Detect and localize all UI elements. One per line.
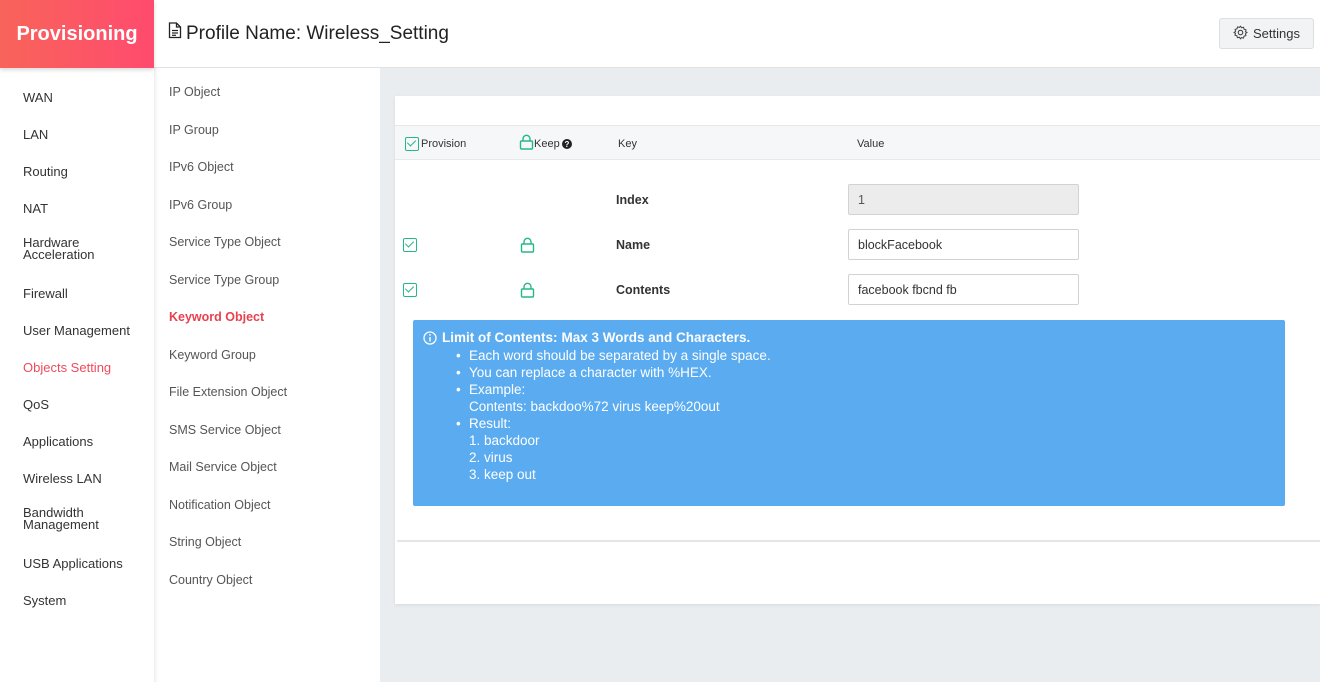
sidebar-item-wireless-lan[interactable]: Wireless LAN bbox=[0, 467, 154, 504]
table-header: Provision Keep ? Key Value bbox=[395, 125, 1320, 160]
subnav-item-keyword-group[interactable]: Keyword Group bbox=[155, 346, 380, 384]
table-row: Contents facebook fbcnd fb bbox=[395, 274, 1320, 306]
sidebar-item-routing[interactable]: Routing bbox=[0, 160, 154, 197]
document-icon bbox=[168, 22, 186, 45]
lock-icon[interactable] bbox=[520, 229, 535, 261]
table-row: Name blockFacebook bbox=[395, 229, 1320, 261]
divider bbox=[397, 540, 1320, 542]
info-icon bbox=[423, 330, 437, 345]
subnav-item-file-extension-object[interactable]: File Extension Object bbox=[155, 383, 380, 421]
brand-logo: Provisioning bbox=[0, 0, 154, 68]
subnav-item-mail-service-object[interactable]: Mail Service Object bbox=[155, 458, 380, 496]
info-example-line: Contents: backdoo%72 virus keep%20out bbox=[469, 399, 720, 414]
settings-label: Settings bbox=[1253, 26, 1300, 41]
contents-field[interactable]: facebook fbcnd fb bbox=[848, 274, 1079, 305]
info-title: Limit of Contents: Max 3 Words and Chara… bbox=[423, 330, 1285, 345]
subnav-item-ipv6-group[interactable]: IPv6 Group bbox=[155, 196, 380, 234]
row-key-index: Index bbox=[616, 193, 649, 207]
header-provision: Provision bbox=[405, 126, 466, 161]
name-field[interactable]: blockFacebook bbox=[848, 229, 1079, 260]
info-bullet: Example: bbox=[456, 381, 1285, 398]
page-title: Profile Name: Wireless_Setting bbox=[168, 22, 449, 45]
main-panel: Provision Keep ? Key Value Index 1 Name … bbox=[395, 96, 1320, 604]
info-result-3: 3. keep out bbox=[469, 467, 536, 482]
header-key: Key bbox=[618, 137, 637, 150]
provision-checkbox-icon[interactable] bbox=[405, 136, 419, 151]
info-bullet: Each word should be separated by a singl… bbox=[456, 347, 1285, 364]
gear-icon bbox=[1233, 25, 1253, 43]
info-box: Limit of Contents: Max 3 Words and Chara… bbox=[413, 320, 1285, 506]
subnav-item-ipv6-object[interactable]: IPv6 Object bbox=[155, 158, 380, 196]
subnav-item-string-object[interactable]: String Object bbox=[155, 533, 380, 571]
header-value: Value bbox=[857, 137, 885, 150]
name-provision-checkbox[interactable] bbox=[403, 229, 417, 261]
sidebar-item-lan[interactable]: LAN bbox=[0, 123, 154, 160]
header-keep: Keep ? bbox=[519, 126, 572, 161]
header: Profile Name: Wireless_Setting Settings bbox=[154, 0, 1320, 68]
contents-provision-checkbox[interactable] bbox=[403, 274, 417, 306]
page-title-text: Profile Name: Wireless_Setting bbox=[186, 22, 449, 44]
info-result-1: 1. backdoor bbox=[469, 433, 540, 448]
sidebar-item-usb-applications[interactable]: USB Applications bbox=[0, 552, 154, 589]
subnav-item-service-type-object[interactable]: Service Type Object bbox=[155, 233, 380, 271]
subnav-item-service-type-group[interactable]: Service Type Group bbox=[155, 271, 380, 309]
help-icon[interactable]: ? bbox=[561, 138, 572, 149]
info-bullet: You can replace a character with %HEX. bbox=[456, 364, 1285, 381]
sidebar-item-nat[interactable]: NAT bbox=[0, 197, 154, 234]
subnav-item-sms-service-object[interactable]: SMS Service Object bbox=[155, 421, 380, 459]
subnav-item-ip-object[interactable]: IP Object bbox=[155, 83, 380, 121]
index-field: 1 bbox=[848, 184, 1079, 215]
info-list: Each word should be separated by a singl… bbox=[456, 347, 1285, 483]
sidebar-item-applications[interactable]: Applications bbox=[0, 430, 154, 467]
row-key-contents: Contents bbox=[616, 283, 671, 297]
info-bullet: Result: bbox=[456, 415, 1285, 432]
subnav-item-notification-object[interactable]: Notification Object bbox=[155, 496, 380, 534]
header-keep-label: Keep bbox=[534, 137, 560, 150]
svg-text:?: ? bbox=[564, 140, 569, 149]
info-title-bold: Limit of Contents: bbox=[442, 330, 558, 345]
sidebar-item-objects-setting[interactable]: Objects Setting bbox=[0, 356, 154, 393]
subnav-item-keyword-object[interactable]: Keyword Object bbox=[155, 308, 380, 346]
header-provision-label: Provision bbox=[421, 137, 467, 150]
settings-button[interactable]: Settings bbox=[1219, 18, 1314, 49]
table-row: Index 1 bbox=[395, 184, 1320, 216]
subnav-item-country-object[interactable]: Country Object bbox=[155, 571, 380, 609]
info-result-2: 2. virus bbox=[469, 450, 513, 465]
subnav: IP Object IP Group IPv6 Object IPv6 Grou… bbox=[154, 68, 380, 682]
sidebar-item-user-management[interactable]: User Management bbox=[0, 319, 154, 356]
lock-icon[interactable] bbox=[519, 134, 534, 153]
info-title-rest: Max 3 Words and Characters. bbox=[561, 330, 751, 345]
lock-icon[interactable] bbox=[520, 274, 535, 306]
sidebar-item-firewall[interactable]: Firewall bbox=[0, 282, 154, 319]
sidebar-item-bandwidth-management[interactable]: Bandwidth Management bbox=[0, 504, 110, 552]
subnav-item-ip-group[interactable]: IP Group bbox=[155, 121, 380, 159]
sidebar: WAN LAN Routing NAT Hardware Acceleratio… bbox=[0, 68, 154, 682]
sidebar-item-wan[interactable]: WAN bbox=[0, 86, 154, 123]
sidebar-item-hardware-acceleration[interactable]: Hardware Acceleration bbox=[0, 234, 110, 282]
sidebar-item-qos[interactable]: QoS bbox=[0, 393, 154, 430]
sidebar-item-system[interactable]: System bbox=[0, 589, 154, 626]
row-key-name: Name bbox=[616, 238, 651, 252]
